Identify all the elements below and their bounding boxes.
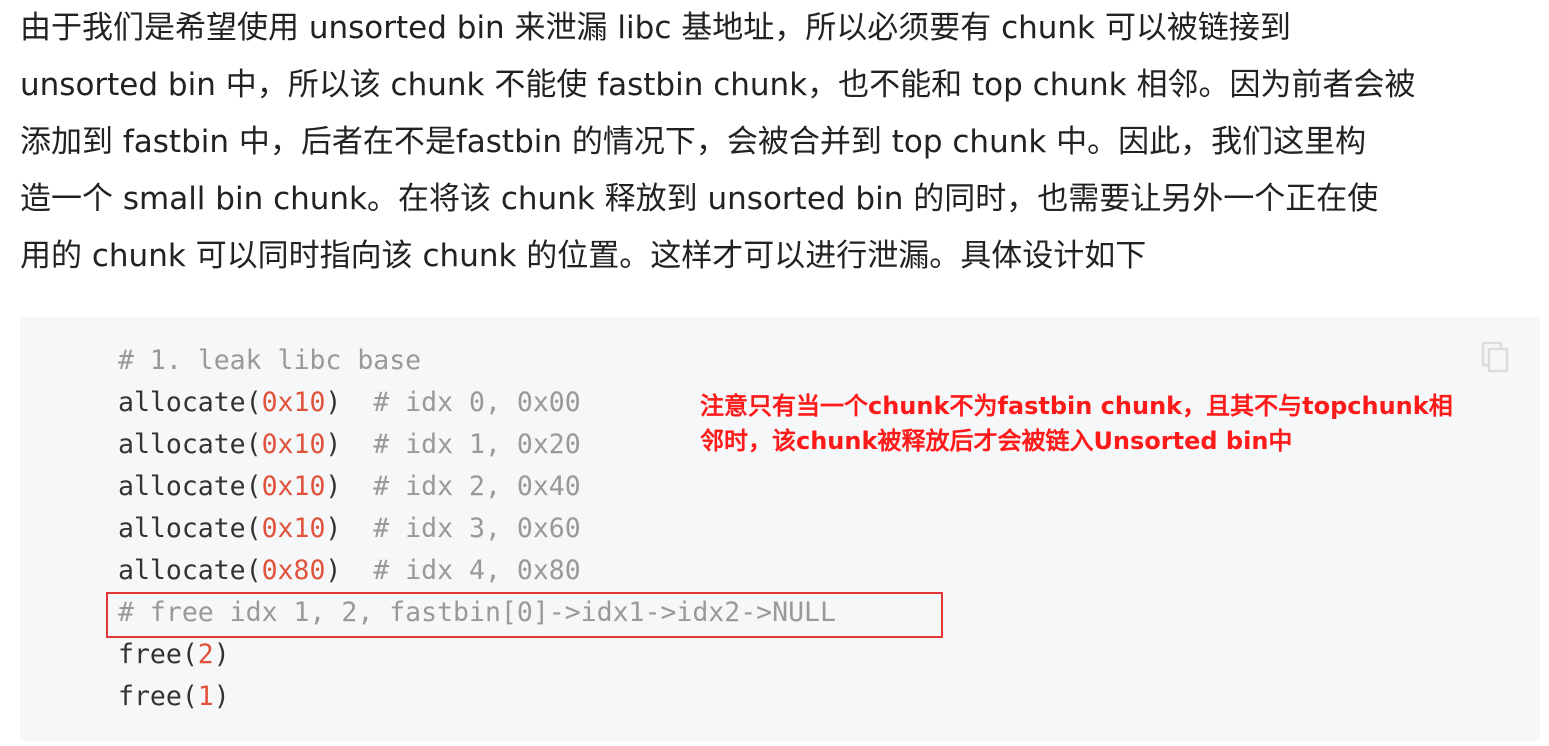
code-line-allocate: allocate(0x80) # idx 4, 0x80 [118,550,836,592]
copy-icon[interactable] [1480,340,1510,374]
code-comment: # idx 1, 0x20 [341,429,581,460]
paragraph-line-5: 用的 chunk 可以同时指向该 chunk 的位置。这样才可以进行泄漏。具体设… [20,238,1147,274]
code-fn: allocate( [118,387,262,418]
code-paren: ) [325,471,342,502]
code-comment: # idx 0, 0x00 [341,387,581,418]
code-paren: ) [325,429,342,460]
code-number: 0x10 [261,513,326,544]
code-line-allocate: allocate(0x10) # idx 2, 0x40 [118,466,836,508]
annotation-line-1: 注意只有当一个chunk不为fastbin chunk，且其不与topchunk… [700,392,1453,420]
annotation-note: 注意只有当一个chunk不为fastbin chunk，且其不与topchunk… [700,389,1490,459]
code-number: 1 [197,681,214,712]
code-fn: allocate( [118,471,262,502]
code-number: 0x80 [261,555,326,586]
code-comment: # idx 4, 0x80 [341,555,581,586]
paragraph-line-1: 由于我们是希望使用 unsorted bin 来泄漏 libc 基地址，所以必须… [20,10,1291,46]
code-paren: ) [213,639,230,670]
paragraph-line-2: unsorted bin 中，所以该 chunk 不能使 fastbin chu… [20,67,1416,103]
annotation-line-2: 邻时，该chunk被释放后才会被链入Unsorted bin中 [700,427,1293,455]
code-fn: allocate( [118,429,262,460]
code-comment: # idx 3, 0x60 [341,513,581,544]
code-comment: # idx 2, 0x40 [341,471,581,502]
code-fn: allocate( [118,555,262,586]
code-number: 2 [197,639,214,670]
paragraph-line-3: 添加到 fastbin 中，后者在不是fastbin 的情况下，会被合并到 to… [20,124,1367,160]
code-line-free: free(1) [118,676,836,718]
code-fn: free( [118,639,198,670]
code-paren: ) [325,387,342,418]
code-line-allocate: allocate(0x10) # idx 3, 0x60 [118,508,836,550]
code-paren: ) [325,555,342,586]
code-fn: allocate( [118,513,262,544]
code-number: 0x10 [261,429,326,460]
code-fn: free( [118,681,198,712]
highlight-box [106,592,943,638]
code-line-free: free(2) [118,634,836,676]
code-paren: ) [325,513,342,544]
code-comment-leak: # 1. leak libc base [118,345,422,376]
article-paragraph: 由于我们是希望使用 unsorted bin 来泄漏 libc 基地址，所以必须… [20,0,1540,285]
code-number: 0x10 [261,471,326,502]
code-paren: ) [213,681,230,712]
paragraph-line-4: 造一个 small bin chunk。在将该 chunk 释放到 unsort… [20,181,1379,217]
code-number: 0x10 [261,387,326,418]
